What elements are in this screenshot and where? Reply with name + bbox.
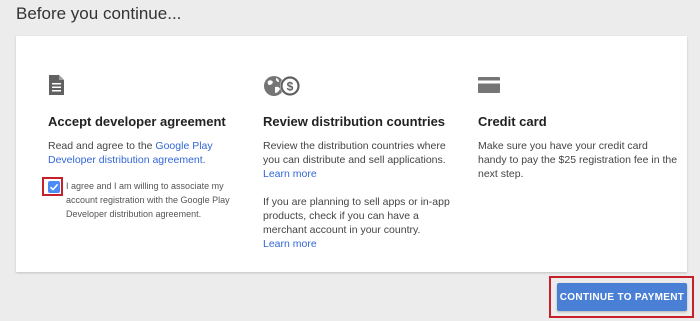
globe-dollar-icon: $ <box>263 74 301 98</box>
page-title: Before you continue... <box>16 4 182 23</box>
svg-text:$: $ <box>287 80 294 94</box>
document-icon <box>48 74 65 98</box>
distribution-para-2: If you are planning to sell apps or in-a… <box>263 196 450 236</box>
continue-to-payment-button[interactable]: CONTINUE TO PAYMENT <box>557 283 687 311</box>
agreement-description: Read and agree to the Google Play Develo… <box>48 139 248 167</box>
learn-more-link-2[interactable]: Learn more <box>263 237 463 251</box>
distribution-description: Review the distribution countries where … <box>263 139 463 251</box>
requirements-card: Accept developer agreement Read and agre… <box>16 36 687 272</box>
agreement-checkbox[interactable] <box>48 181 60 193</box>
distribution-para-1: Review the distribution countries where … <box>263 140 446 166</box>
credit-card-description: Make sure you have your credit card hand… <box>478 140 678 180</box>
agreement-title: Accept developer agreement <box>48 114 226 129</box>
credit-card-icon <box>478 74 500 98</box>
agreement-checkbox-label: I agree and I am willing to associate my… <box>66 181 230 219</box>
checkmark-icon <box>49 183 59 191</box>
agreement-text: Read and agree to the <box>48 140 156 152</box>
distribution-title: Review distribution countries <box>263 114 446 129</box>
credit-card-title: Credit card <box>478 114 547 129</box>
learn-more-link-1[interactable]: Learn more <box>263 167 463 181</box>
